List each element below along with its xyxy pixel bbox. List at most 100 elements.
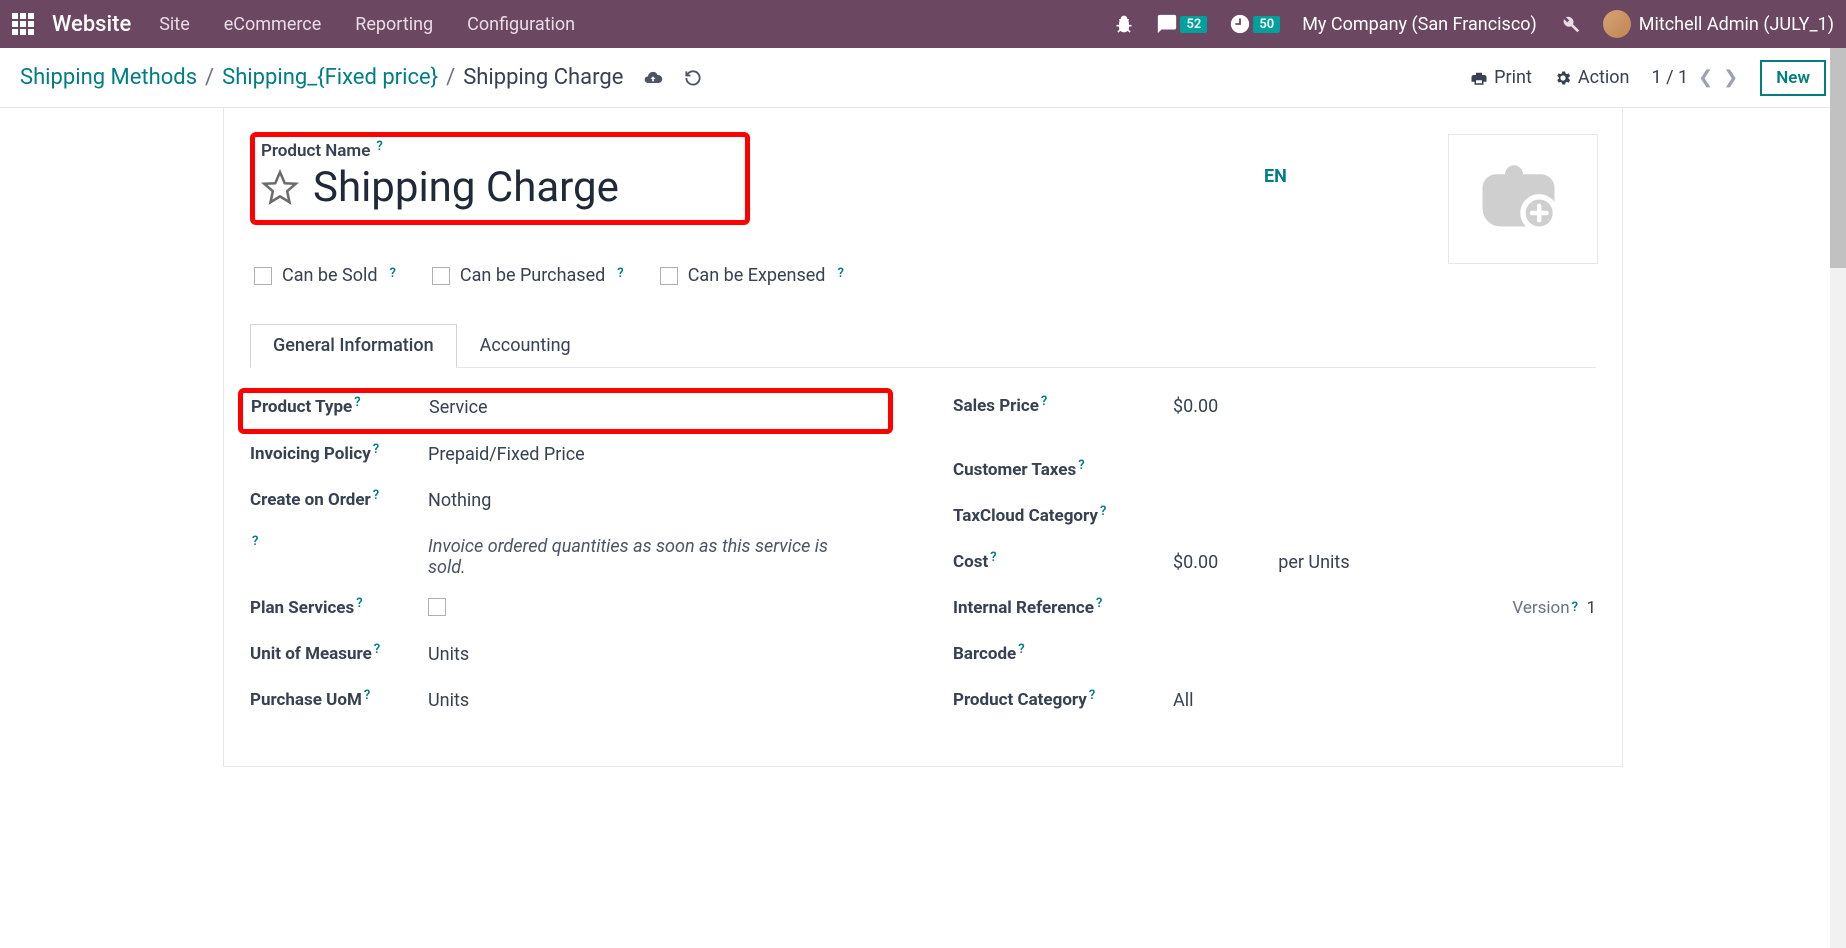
language-button[interactable]: EN <box>1264 166 1287 187</box>
highlight-product-name: Product Name? Shipping Charge <box>250 132 750 225</box>
purchase-uom-value[interactable]: Units <box>428 690 893 711</box>
user-name: Mitchell Admin (JULY_1) <box>1639 14 1834 35</box>
highlight-product-type: Product Type? Service <box>238 388 893 434</box>
can-be-expensed-checkbox[interactable]: Can be Expensed? <box>660 265 844 286</box>
taxcloud-label: TaxCloud Category <box>953 506 1098 526</box>
favorite-star-icon[interactable] <box>261 169 299 207</box>
product-name-input[interactable]: Shipping Charge <box>313 163 619 212</box>
menu-configuration[interactable]: Configuration <box>467 14 575 35</box>
help-icon[interactable]: ? <box>390 266 396 281</box>
breadcrumb: Shipping Methods / Shipping_{Fixed price… <box>20 65 623 90</box>
pager-prev-icon[interactable]: ❮ <box>1698 67 1713 88</box>
help-icon[interactable]: ? <box>373 442 379 457</box>
breadcrumb-root[interactable]: Shipping Methods <box>20 65 197 90</box>
invoicing-policy-value[interactable]: Prepaid/Fixed Price <box>428 444 893 465</box>
new-button[interactable]: New <box>1760 60 1826 96</box>
version-value[interactable]: 1 <box>1586 598 1596 618</box>
help-icon[interactable]: ? <box>1100 504 1106 519</box>
create-on-order-label: Create on Order <box>250 490 371 510</box>
top-nav: Website Site eCommerce Reporting Configu… <box>0 0 1846 48</box>
breadcrumb-sep: / <box>205 65 214 90</box>
scrollbar[interactable] <box>1830 48 1846 948</box>
help-icon[interactable]: ? <box>1078 458 1084 473</box>
tools-icon[interactable] <box>1559 13 1581 35</box>
help-icon[interactable]: ? <box>837 266 843 281</box>
checkbox-icon[interactable] <box>254 267 272 285</box>
menu-ecommerce[interactable]: eCommerce <box>224 14 322 35</box>
scrollbar-thumb[interactable] <box>1830 48 1846 268</box>
activities-badge: 50 <box>1253 16 1280 33</box>
cost-value[interactable]: $0.00 <box>1173 552 1218 573</box>
purchase-uom-label: Purchase UoM <box>250 690 362 710</box>
activities-icon[interactable]: 50 <box>1229 13 1280 35</box>
user-menu[interactable]: Mitchell Admin (JULY_1) <box>1603 10 1834 38</box>
cloud-upload-icon[interactable] <box>643 68 663 88</box>
sales-price-label: Sales Price <box>953 396 1039 416</box>
avatar <box>1603 10 1631 38</box>
bug-icon[interactable] <box>1114 14 1134 34</box>
version-label: Version <box>1512 598 1569 618</box>
product-name-label: Product Name? <box>261 141 735 161</box>
help-icon[interactable]: ? <box>356 596 362 611</box>
can-be-sold-checkbox[interactable]: Can be Sold? <box>254 265 396 286</box>
menu-site[interactable]: Site <box>159 14 190 35</box>
product-type-label: Product Type <box>251 397 352 417</box>
form-sheet: Product Name? Shipping Charge EN Can be … <box>223 108 1623 767</box>
cost-label: Cost <box>953 552 988 572</box>
help-icon[interactable]: ? <box>373 488 379 503</box>
messages-icon[interactable]: 52 <box>1156 13 1207 35</box>
discard-icon[interactable] <box>683 68 703 88</box>
invoicing-policy-label: Invoicing Policy <box>250 444 371 464</box>
company-switcher[interactable]: My Company (San Francisco) <box>1302 14 1537 35</box>
can-be-purchased-checkbox[interactable]: Can be Purchased? <box>432 265 624 286</box>
plan-services-checkbox[interactable] <box>428 598 446 616</box>
plan-services-label: Plan Services <box>250 598 354 618</box>
tabs: General Information Accounting <box>250 324 1596 368</box>
menu-reporting[interactable]: Reporting <box>355 14 433 35</box>
help-icon[interactable]: ? <box>376 139 382 154</box>
print-button[interactable]: Print <box>1470 67 1532 88</box>
checkbox-icon[interactable] <box>660 267 678 285</box>
product-category-label: Product Category <box>953 690 1087 710</box>
tab-accounting[interactable]: Accounting <box>457 324 594 367</box>
uom-label: Unit of Measure <box>250 644 372 664</box>
product-category-value[interactable]: All <box>1173 690 1596 711</box>
form-left-column: Product Type? Service Invoicing Policy? … <box>250 386 893 726</box>
sales-price-value[interactable]: $0.00 <box>1173 396 1596 417</box>
invoicing-help-text: Invoice ordered quantities as soon as th… <box>428 536 838 578</box>
form-right-column: Sales Price? $0.00 Customer Taxes? TaxCl… <box>953 386 1596 726</box>
messages-badge: 52 <box>1180 16 1207 33</box>
product-image-placeholder[interactable] <box>1448 134 1598 264</box>
create-on-order-value[interactable]: Nothing <box>428 490 893 511</box>
pager-next-icon[interactable]: ❯ <box>1723 67 1738 88</box>
apps-icon[interactable] <box>12 13 34 35</box>
uom-value[interactable]: Units <box>428 644 893 665</box>
breadcrumb-current: Shipping Charge <box>463 65 623 90</box>
app-brand[interactable]: Website <box>52 12 131 37</box>
help-icon[interactable]: ? <box>1089 688 1095 703</box>
cost-per: per Units <box>1278 552 1349 573</box>
barcode-label: Barcode <box>953 644 1016 664</box>
help-icon[interactable]: ? <box>1041 394 1047 409</box>
help-icon[interactable]: ? <box>354 395 360 410</box>
product-type-value[interactable]: Service <box>429 397 880 418</box>
help-icon[interactable]: ? <box>990 550 996 565</box>
help-icon[interactable]: ? <box>1096 596 1102 611</box>
help-icon[interactable]: ? <box>252 534 258 549</box>
help-icon[interactable]: ? <box>1018 642 1024 657</box>
internal-ref-label: Internal Reference <box>953 598 1094 618</box>
help-icon[interactable]: ? <box>364 688 370 703</box>
checkbox-icon[interactable] <box>432 267 450 285</box>
control-bar: Shipping Methods / Shipping_{Fixed price… <box>0 48 1846 108</box>
action-button[interactable]: Action <box>1554 67 1630 88</box>
top-menu: Site eCommerce Reporting Configuration <box>159 14 575 35</box>
help-icon[interactable]: ? <box>617 266 623 281</box>
help-icon[interactable]: ? <box>374 642 380 657</box>
help-icon[interactable]: ? <box>1572 600 1578 615</box>
customer-taxes-label: Customer Taxes <box>953 460 1076 480</box>
pager: 1 / 1 ❮ ❯ <box>1651 67 1738 88</box>
tab-general-information[interactable]: General Information <box>250 324 457 368</box>
breadcrumb-mid[interactable]: Shipping_{Fixed price} <box>222 65 438 90</box>
pager-value[interactable]: 1 / 1 <box>1651 67 1688 88</box>
breadcrumb-sep: / <box>446 65 455 90</box>
